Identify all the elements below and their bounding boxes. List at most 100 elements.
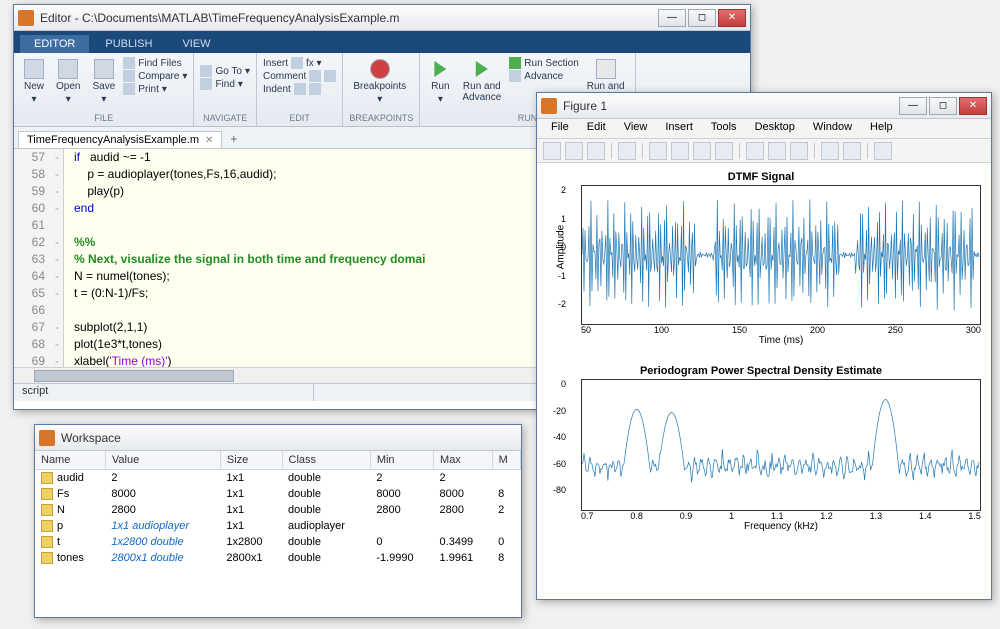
- run-advance-button[interactable]: Run and Advance: [458, 57, 505, 105]
- line-gutter: 57-58-59-60-61 62-63-64-65-66 67-68-69-: [14, 149, 64, 367]
- print-button[interactable]: Print ▾: [123, 83, 187, 95]
- group-label-file: FILE: [20, 113, 187, 124]
- matlab-icon: [18, 10, 34, 26]
- x-axis-ticks: 50100150200250300: [581, 325, 981, 335]
- variable-icon: [41, 520, 53, 532]
- figure-canvas: DTMF Signal Amplitude 210-1-2 5010015020…: [537, 163, 991, 599]
- menu-view[interactable]: View: [616, 119, 656, 138]
- open-button[interactable]: Open▾: [52, 57, 84, 107]
- figure-toolbar: [537, 139, 991, 163]
- maximize-button[interactable]: ◻: [688, 9, 716, 27]
- matlab-icon: [39, 430, 55, 446]
- close-button[interactable]: ✕: [959, 97, 987, 115]
- file-tab-label: TimeFrequencyAnalysisExample.m: [27, 134, 199, 146]
- col-header[interactable]: Max: [434, 451, 493, 470]
- matlab-icon: [541, 98, 557, 114]
- table-row[interactable]: t1x2800 double1x2800double00.34990: [35, 534, 521, 550]
- variable-icon: [41, 472, 53, 484]
- legend-icon[interactable]: [843, 142, 861, 160]
- x-axis-label: Time (ms): [581, 335, 981, 346]
- editor-titlebar[interactable]: Editor - C:\Documents\MATLAB\TimeFrequen…: [14, 5, 750, 31]
- minimize-button[interactable]: —: [899, 97, 927, 115]
- menu-edit[interactable]: Edit: [579, 119, 614, 138]
- col-header[interactable]: Name: [35, 451, 105, 470]
- ribbon-tab-strip: EDITOR PUBLISH VIEW: [14, 31, 750, 53]
- group-label-edit: EDIT: [263, 113, 336, 124]
- figure-menubar: FileEditViewInsertToolsDesktopWindowHelp: [537, 119, 991, 139]
- dtmf-signal-chart: DTMF Signal Amplitude 210-1-2 5010015020…: [541, 171, 981, 353]
- run-section-button[interactable]: Run Section: [509, 57, 578, 69]
- breakpoints-button[interactable]: Breakpoints▾: [349, 57, 410, 107]
- new-button[interactable]: New▾: [20, 57, 48, 107]
- table-row[interactable]: tones2800x1 double2800x1double-1.99901.9…: [35, 550, 521, 566]
- link-icon[interactable]: [790, 142, 808, 160]
- close-button[interactable]: ✕: [718, 9, 746, 27]
- close-tab-icon[interactable]: ✕: [205, 135, 213, 146]
- save-icon[interactable]: [565, 142, 583, 160]
- col-header[interactable]: Min: [370, 451, 433, 470]
- pan-icon[interactable]: [693, 142, 711, 160]
- indent-button[interactable]: Indent: [263, 83, 336, 95]
- menu-desktop[interactable]: Desktop: [747, 119, 803, 138]
- table-header-row[interactable]: NameValueSizeClassMinMaxM: [35, 451, 521, 470]
- y-axis-ticks: 210-1-2: [547, 185, 569, 309]
- datacursor-icon[interactable]: [746, 142, 764, 160]
- hide-tools-icon[interactable]: [874, 142, 892, 160]
- x-axis-label: Frequency (kHz): [581, 521, 981, 532]
- zoom-out-icon[interactable]: [671, 142, 689, 160]
- group-label-breakpoints: BREAKPOINTS: [349, 113, 413, 124]
- variable-icon: [41, 536, 53, 548]
- variable-icon: [41, 504, 53, 516]
- run-button[interactable]: Run▾: [426, 57, 454, 107]
- col-header[interactable]: Value: [105, 451, 220, 470]
- periodogram-chart: Periodogram Power Spectral Density Estim…: [541, 365, 981, 539]
- x-axis-ticks: 0.70.80.911.11.21.31.41.5: [581, 511, 981, 521]
- tab-editor[interactable]: EDITOR: [20, 35, 89, 53]
- colorbar-icon[interactable]: [821, 142, 839, 160]
- goto-button[interactable]: Go To ▾: [200, 65, 250, 77]
- insert-button[interactable]: Insert fx ▾: [263, 57, 336, 69]
- figure-titlebar[interactable]: Figure 1 — ◻ ✕: [537, 93, 991, 119]
- brush-icon[interactable]: [768, 142, 786, 160]
- scroll-thumb[interactable]: [34, 370, 234, 382]
- table-row[interactable]: audid21x1double22: [35, 470, 521, 487]
- workspace-title: Workspace: [61, 431, 517, 445]
- col-header[interactable]: M: [492, 451, 520, 470]
- menu-help[interactable]: Help: [862, 119, 901, 138]
- find-button[interactable]: Find ▾: [200, 78, 250, 90]
- menu-insert[interactable]: Insert: [657, 119, 701, 138]
- workspace-table[interactable]: NameValueSizeClassMinMaxM audid21x1doubl…: [35, 451, 521, 566]
- menu-window[interactable]: Window: [805, 119, 860, 138]
- workspace-window: Workspace NameValueSizeClassMinMaxM audi…: [34, 424, 522, 618]
- new-figure-icon[interactable]: [543, 142, 561, 160]
- file-tab[interactable]: TimeFrequencyAnalysisExample.m ✕: [18, 131, 222, 148]
- comment-button[interactable]: Comment: [263, 70, 336, 82]
- find-files-button[interactable]: Find Files: [123, 57, 187, 69]
- maximize-button[interactable]: ◻: [929, 97, 957, 115]
- col-header[interactable]: Class: [282, 451, 370, 470]
- rotate-icon[interactable]: [715, 142, 733, 160]
- menu-tools[interactable]: Tools: [703, 119, 745, 138]
- zoom-in-icon[interactable]: [649, 142, 667, 160]
- print-icon[interactable]: [587, 142, 605, 160]
- group-label-navigate: NAVIGATE: [200, 113, 250, 124]
- advance-button[interactable]: Advance: [509, 70, 578, 82]
- tab-view[interactable]: VIEW: [168, 35, 224, 53]
- table-row[interactable]: N28001x1double280028002: [35, 502, 521, 518]
- menu-file[interactable]: File: [543, 119, 577, 138]
- compare-button[interactable]: Compare ▾: [123, 70, 187, 82]
- add-tab-button[interactable]: +: [222, 130, 245, 148]
- table-row[interactable]: p1x1 audioplayer1x1audioplayer: [35, 518, 521, 534]
- workspace-titlebar[interactable]: Workspace: [35, 425, 521, 451]
- tab-publish[interactable]: PUBLISH: [91, 35, 166, 53]
- col-header[interactable]: Size: [220, 451, 282, 470]
- pointer-icon[interactable]: [618, 142, 636, 160]
- variable-icon: [41, 488, 53, 500]
- minimize-button[interactable]: —: [658, 9, 686, 27]
- save-button[interactable]: Save▾: [88, 57, 119, 107]
- y-axis-ticks: 0-20-40-60-80: [547, 379, 569, 495]
- figure-window: Figure 1 — ◻ ✕ FileEditViewInsertToolsDe…: [536, 92, 992, 600]
- status-type: script: [14, 384, 314, 401]
- variable-icon: [41, 552, 53, 564]
- table-row[interactable]: Fs80001x1double800080008: [35, 486, 521, 502]
